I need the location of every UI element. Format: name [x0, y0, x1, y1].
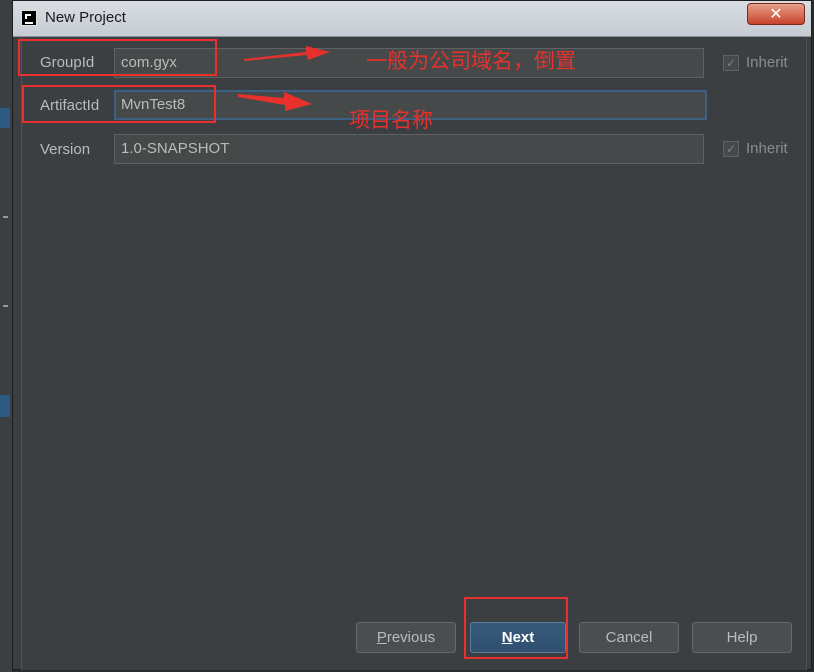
groupid-annotation-text: 一般为公司域名，倒置 [366, 49, 576, 73]
arrow-icon [244, 46, 330, 61]
artifactid-annotation-text: 项目名称 [349, 108, 433, 132]
arrow-icon [238, 92, 312, 111]
annotation-arrows [238, 46, 330, 111]
